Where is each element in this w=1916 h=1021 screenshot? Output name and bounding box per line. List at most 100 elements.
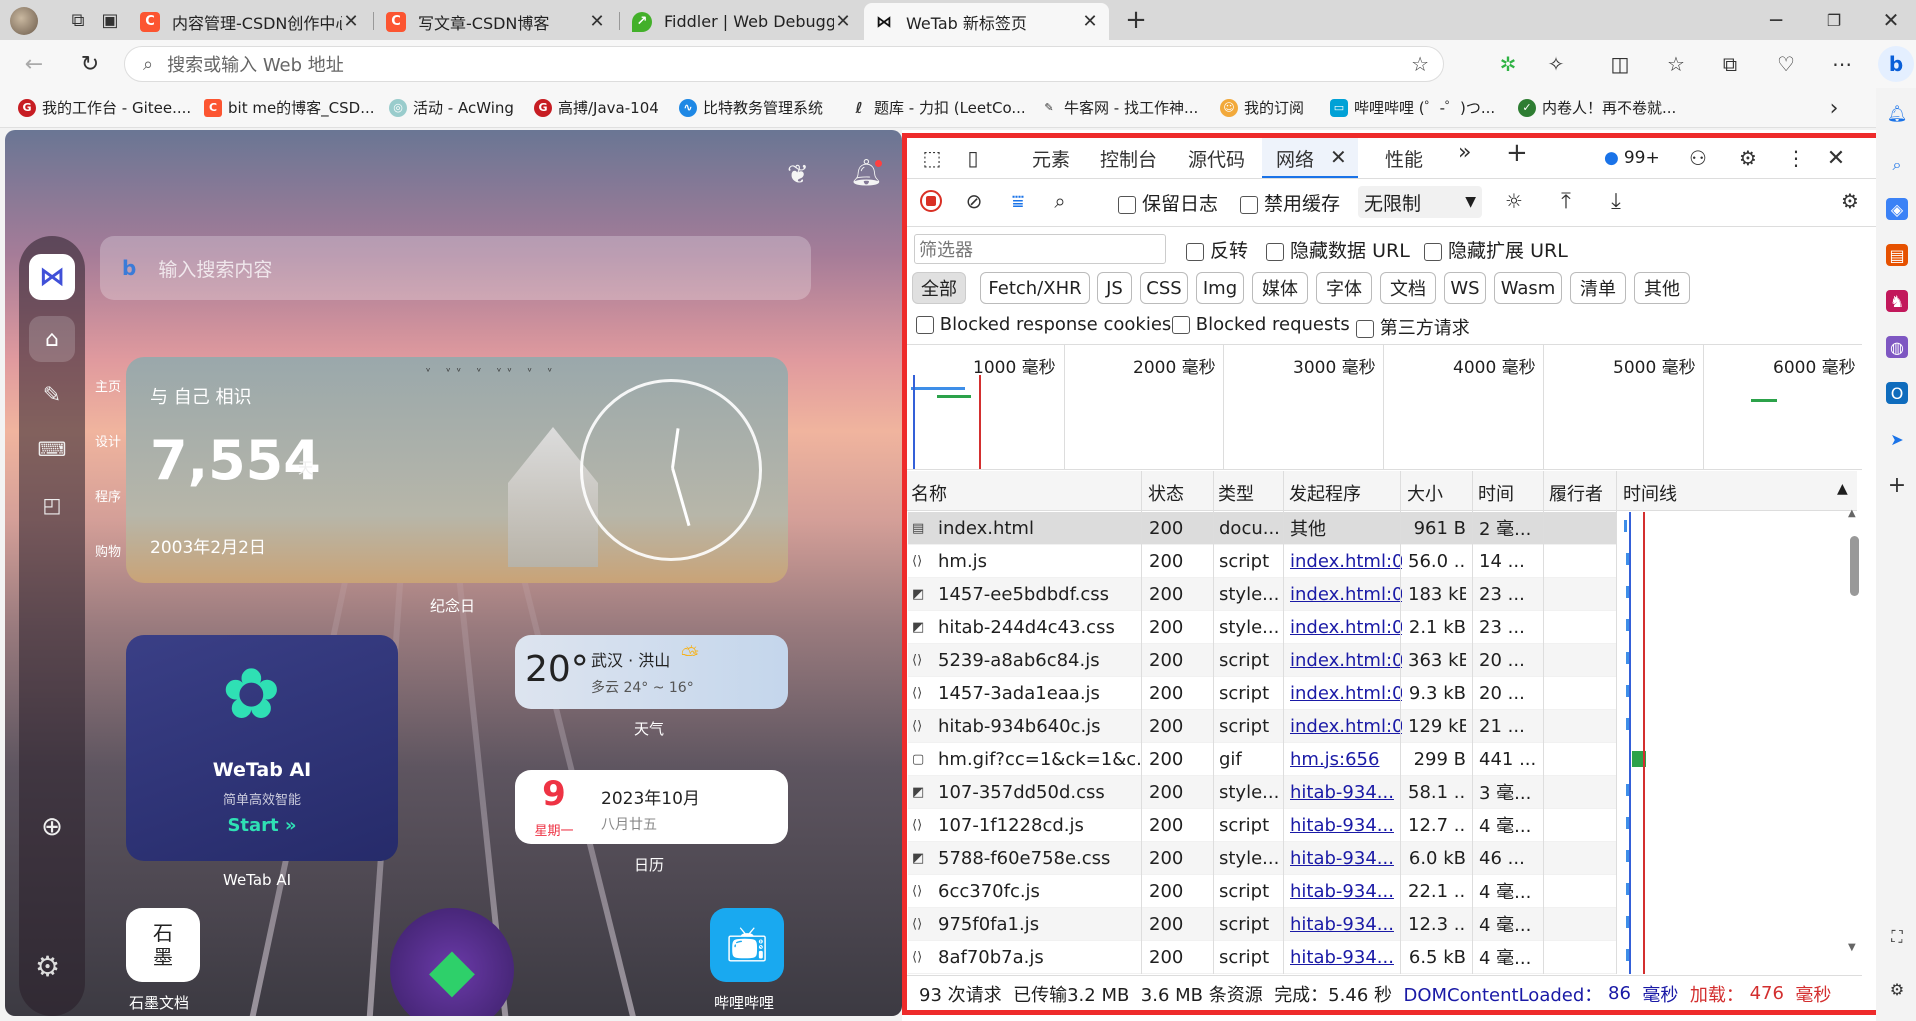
tab-csdn-manage[interactable]: C 内容管理-CSDN创作中心 ✕ xyxy=(130,3,370,40)
close-icon[interactable]: ✕ xyxy=(1330,145,1347,169)
back-icon[interactable]: ← xyxy=(18,48,50,80)
inspect-element-icon[interactable]: ⬚ xyxy=(916,142,948,174)
refresh-icon[interactable]: ↻ xyxy=(74,48,106,80)
extension-green-icon[interactable]: ✲ xyxy=(1492,48,1524,80)
network-settings-icon[interactable]: ⚙ xyxy=(1834,185,1866,217)
disable-cache-checkbox[interactable]: 禁用缓存 xyxy=(1240,189,1340,216)
type-ws[interactable]: WS xyxy=(1444,272,1486,304)
table-row[interactable]: ◩ 5788-f60e758e.css 200 style... hitab-934..… xyxy=(908,842,1630,875)
anniversary-card[interactable]: 与 自己 相识 7,554 天 2003年2月2日 ᵛ ᵛᵛ ᵛ ᵛᵛ ᵛ ᵛ xyxy=(126,357,788,583)
tab-wetab[interactable]: ⋈ WeTab 新标签页 ✕ xyxy=(864,3,1109,40)
bookmark-leetcode[interactable]: ℓ 题库 - 力扣 (LeetCo... xyxy=(850,97,1025,118)
col-name[interactable]: 名称 xyxy=(911,480,947,506)
col-type[interactable]: 类型 xyxy=(1218,480,1254,506)
close-devtools-icon[interactable]: ✕ xyxy=(1820,142,1852,174)
table-row[interactable]: ⟨⟩ 5239-a8ab6c84.js 200 script index.html:0 3… xyxy=(908,644,1631,677)
shopping-tag-icon[interactable]: ◈ xyxy=(1886,198,1908,220)
bookmark-subscribe[interactable]: ☺ 我的订阅 xyxy=(1220,97,1304,118)
profile-avatar[interactable] xyxy=(10,7,38,35)
minimize-icon[interactable]: ─ xyxy=(1760,4,1792,36)
col-initiator[interactable]: 发起程序 xyxy=(1289,480,1361,506)
record-stop-icon[interactable] xyxy=(920,190,942,212)
settings-icon[interactable]: ⚙ xyxy=(1732,142,1764,174)
type-font[interactable]: 字体 xyxy=(1316,272,1372,304)
type-fetch-xhr[interactable]: Fetch/XHR xyxy=(980,272,1090,304)
type-doc[interactable]: 文档 xyxy=(1380,272,1436,304)
blocked-requests-checkbox[interactable]: Blocked requests xyxy=(1172,314,1350,335)
blocked-cookies-checkbox[interactable]: Blocked response cookies xyxy=(916,314,1171,335)
nav-label-home[interactable]: 主页 xyxy=(95,376,121,395)
bookmark-acwing[interactable]: ◎ 活动 - AcWing xyxy=(389,97,514,118)
export-har-icon[interactable]: ⤓ xyxy=(1600,185,1632,217)
vertical-tabs-icon[interactable]: ▣ xyxy=(94,4,126,36)
address-input[interactable]: ⌕ 搜索或输入 Web 地址 ☆ xyxy=(124,46,1444,82)
table-row[interactable]: ⟨⟩ 1457-3ada1eaa.js 200 script index.html:0 9… xyxy=(908,677,1631,710)
ai-start-button[interactable]: Start » xyxy=(126,815,398,836)
split-screen-icon[interactable]: ◫ xyxy=(1604,48,1636,80)
table-row[interactable]: ⟨⟩ 8af70b7a.js 200 script hitab-934... 6.5 kB… xyxy=(908,941,1630,974)
type-all[interactable]: 全部 xyxy=(912,272,966,304)
type-css[interactable]: CSS xyxy=(1140,272,1188,304)
hide-ext-url-checkbox[interactable]: 隐藏扩展 URL xyxy=(1424,236,1568,263)
send-icon[interactable]: ➤ xyxy=(1886,428,1908,450)
cell-initiator[interactable]: index.html:0 xyxy=(1290,617,1402,638)
tab-console[interactable]: 控制台 xyxy=(1100,145,1157,172)
kebab-menu-icon[interactable]: ⋮ xyxy=(1780,142,1812,174)
table-row[interactable]: ◩ 107-357dd50d.css 200 style... hitab-934...… xyxy=(908,776,1630,809)
wetab-ai-card[interactable]: ✿ WeTab AI 简单高效智能 Start » xyxy=(126,635,398,861)
cell-initiator[interactable]: hitab-934... xyxy=(1290,914,1402,935)
browser-essentials-icon[interactable]: ♡ xyxy=(1770,48,1802,80)
search-icon[interactable]: ⌕ xyxy=(1044,185,1076,217)
collections-icon[interactable]: ⧉ xyxy=(1714,48,1746,80)
add-tab-icon[interactable]: + xyxy=(1506,138,1528,168)
restore-icon[interactable]: ❐ xyxy=(1818,4,1850,36)
weather-card[interactable]: 20° 武汉 · 洪山 ⛅︎ 多云 24° ~ 16° xyxy=(515,635,788,709)
home-icon[interactable]: ⌂ xyxy=(29,316,75,362)
cell-initiator[interactable]: index.html:0 xyxy=(1290,683,1402,704)
cell-initiator[interactable]: hm.js:656 xyxy=(1290,749,1402,770)
type-manifest[interactable]: 清单 xyxy=(1570,272,1626,304)
code-icon[interactable]: ⌨ xyxy=(29,426,75,472)
tab-sources[interactable]: 源代码 xyxy=(1188,145,1245,172)
close-icon[interactable]: ✕ xyxy=(1081,11,1099,32)
favorite-star-icon[interactable]: ☆ xyxy=(1411,52,1429,76)
customize-icon[interactable]: ⚇ xyxy=(1682,142,1714,174)
col-fulfilled-by[interactable]: 履行者 xyxy=(1549,480,1603,506)
nav-label-code[interactable]: 程序 xyxy=(95,486,121,505)
bookmark-neijuan[interactable]: ✓ 内卷人！再不卷就... xyxy=(1518,97,1676,118)
table-row[interactable]: ◩ 1457-ee5bdbdf.css 200 style... index.html:… xyxy=(908,578,1630,611)
filter-icon[interactable]: ⩸ xyxy=(1002,185,1034,217)
settings-icon[interactable]: ⚙ xyxy=(1886,978,1908,1000)
nav-label-shopping[interactable]: 购物 xyxy=(95,541,121,560)
more-menu-icon[interactable]: ⋯ xyxy=(1826,48,1858,80)
third-party-checkbox[interactable]: 第三方请求 xyxy=(1356,314,1470,340)
bilibili-app-icon[interactable]: 📺︎ xyxy=(710,908,784,982)
throttle-select[interactable]: 无限制 ▼ xyxy=(1358,186,1482,218)
calendar-card[interactable]: 9 星期一 2023年10月 八月廿五 xyxy=(515,770,788,844)
table-row[interactable]: ⟨⟩ hitab-934b640c.js 200 script index.html:0… xyxy=(908,710,1631,743)
workspaces-icon[interactable]: ⧉ xyxy=(62,4,94,36)
type-other[interactable]: 其他 xyxy=(1634,272,1690,304)
tools-icon[interactable]: ▤ xyxy=(1886,244,1908,266)
office-icon[interactable]: ◍ xyxy=(1886,336,1908,358)
leaf-icon[interactable]: ❦ xyxy=(787,160,809,190)
type-img[interactable]: Img xyxy=(1196,272,1244,304)
bookmark-bilibili[interactable]: ▭ 哔哩哔哩 (゜-゜)つ... xyxy=(1330,97,1495,118)
cell-initiator[interactable]: index.html:0 xyxy=(1290,551,1402,572)
close-window-icon[interactable]: ✕ xyxy=(1875,4,1907,36)
chevron-right-icon[interactable]: › xyxy=(1818,92,1850,124)
close-icon[interactable]: ✕ xyxy=(834,11,852,32)
type-wasm[interactable]: Wasm xyxy=(1494,272,1562,304)
bookmark-java104[interactable]: G 高搏/Java-104 xyxy=(534,97,659,118)
col-size[interactable]: 大小 xyxy=(1407,480,1443,506)
bookmark-csdn[interactable]: Cbit me的博客_CSD... xyxy=(204,97,375,118)
issues-badge[interactable]: ● 99+ xyxy=(1604,148,1660,168)
bookmark-bit[interactable]: ∿ 比特教务管理系统 xyxy=(679,97,823,118)
outlook-icon[interactable]: O xyxy=(1886,382,1908,404)
copilot-icon[interactable]: b xyxy=(1878,46,1914,82)
import-har-icon[interactable]: ⤒ xyxy=(1550,185,1582,217)
waterfall-scrollbar[interactable]: ▲ ▼ xyxy=(1848,508,1862,974)
cell-initiator[interactable]: hitab-934... xyxy=(1290,782,1402,803)
tab-performance[interactable]: 性能 xyxy=(1385,145,1423,172)
table-row[interactable]: ▤ index.html 200 docu... 其他 961 B 2 毫... xyxy=(908,512,1627,545)
